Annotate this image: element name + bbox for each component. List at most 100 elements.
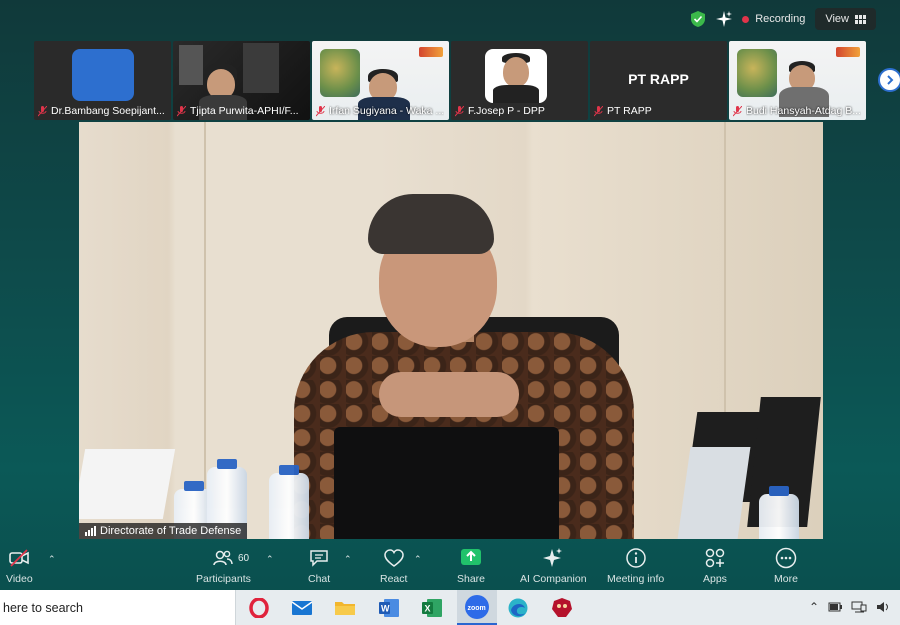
info-icon: [625, 548, 646, 568]
meeting-info-label: Meeting info: [607, 573, 665, 585]
participant-name-row: Budi Hansyah-Atdag B...: [733, 105, 862, 117]
video-options-caret-icon[interactable]: ⌃: [48, 554, 56, 565]
next-page-button[interactable]: [878, 68, 900, 92]
chat-button[interactable]: Chat: [308, 547, 330, 585]
participant-tile[interactable]: F.Josep P - DPP: [451, 41, 588, 120]
mic-muted-icon: [177, 105, 186, 116]
participant-name-row: PT RAPP: [594, 105, 723, 117]
mic-muted-icon: [316, 105, 325, 116]
react-button[interactable]: React: [380, 547, 407, 585]
ai-companion-label: AI Companion: [520, 573, 587, 585]
taskbar-search-box[interactable]: here to search: [0, 590, 236, 625]
heart-icon: [383, 549, 404, 567]
laptop: [334, 427, 559, 539]
mic-muted-icon: [594, 105, 603, 116]
svg-text:W: W: [381, 604, 390, 614]
participant-name-row: F.Josep P - DPP: [455, 105, 584, 117]
top-bar: Recording View: [0, 0, 900, 38]
wall-panel-divider: [204, 122, 206, 539]
share-button[interactable]: Share: [457, 547, 485, 585]
avatar: [72, 49, 134, 101]
game-icon[interactable]: [550, 596, 574, 620]
react-label: React: [380, 573, 408, 585]
file-explorer-icon[interactable]: [333, 596, 357, 620]
more-label: More: [774, 573, 798, 585]
active-speaker-video[interactable]: Directorate of Trade Defense: [79, 122, 823, 539]
banner-logo: [419, 47, 443, 57]
video-button[interactable]: Video: [6, 547, 33, 585]
participant-thumbnail-strip: Dr.Bambang Soepijant... Tjipta Purwita-A…: [34, 41, 870, 120]
participant-tile[interactable]: Dr.Bambang Soepijant...: [34, 41, 171, 120]
system-tray: ⌃: [809, 600, 890, 614]
more-ellipsis-icon: [775, 547, 797, 569]
participants-count: 60: [238, 553, 250, 564]
network-icon[interactable]: [851, 601, 867, 613]
apps-label: Apps: [703, 573, 727, 585]
meeting-info-button[interactable]: Meeting info: [607, 547, 664, 585]
water-bottle: [759, 486, 799, 539]
banner-graphic: [737, 49, 777, 97]
chevron-up-icon[interactable]: ⌃: [809, 600, 819, 614]
ai-companion-button[interactable]: AI Companion: [520, 547, 587, 585]
mail-icon[interactable]: [290, 596, 314, 620]
view-button[interactable]: View: [815, 8, 876, 30]
mic-muted-icon: [455, 105, 464, 116]
battery-icon[interactable]: [828, 602, 842, 612]
video-off-icon: [9, 549, 30, 567]
speaker-name-label: Directorate of Trade Defense: [79, 523, 248, 539]
mic-muted-icon: [38, 105, 47, 116]
zoom-icon[interactable]: zoom: [457, 590, 497, 625]
avatar: [485, 49, 547, 103]
participant-tile[interactable]: Tjipta Purwita-APHI/F...: [173, 41, 310, 120]
recording-label: Recording: [755, 13, 806, 25]
view-label: View: [825, 13, 849, 25]
participant-name-row: Tjipta Purwita-APHI/F...: [177, 105, 306, 117]
grid-view-icon: [855, 14, 866, 24]
top-right-controls: Recording View: [690, 7, 876, 31]
participant-tile[interactable]: Budi Hansyah-Atdag B...: [729, 41, 866, 120]
chat-options-caret-icon[interactable]: ⌃: [344, 554, 352, 565]
apps-icon: [705, 548, 725, 568]
encryption-shield-icon[interactable]: [690, 10, 706, 28]
recording-indicator[interactable]: Recording: [742, 13, 805, 25]
meeting-toolbar: Video ⌃ Participants 60 ⌃ Chat ⌃ React ⌃…: [0, 541, 900, 590]
chevron-right-icon: [887, 75, 894, 85]
background-window: [179, 45, 203, 85]
water-bottle: [269, 465, 309, 539]
zoom-text: zoom: [468, 605, 486, 612]
tissue-box: [79, 449, 176, 519]
excel-icon[interactable]: X: [420, 596, 444, 620]
speaker-name: Directorate of Trade Defense: [100, 525, 242, 537]
opera-icon[interactable]: [247, 596, 271, 620]
share-screen-icon: [461, 549, 482, 565]
edge-icon[interactable]: [506, 596, 530, 620]
share-label: Share: [457, 573, 486, 585]
participant-tile[interactable]: PT RAPP PT RAPP: [590, 41, 727, 120]
mic-muted-icon: [733, 105, 742, 116]
video-label: Video: [6, 573, 33, 585]
participant-tile[interactable]: Irfan Sugiyana - Waka ...: [312, 41, 449, 120]
more-button[interactable]: More: [774, 547, 798, 585]
speaker-hair: [368, 194, 494, 254]
svg-text:X: X: [425, 604, 431, 614]
participant-name-row: Dr.Bambang Soepijant...: [38, 105, 167, 117]
participant-name: Dr.Bambang Soepijant...: [51, 105, 165, 117]
ai-companion-sparkle-icon: [543, 548, 563, 567]
participants-icon: [213, 550, 234, 566]
chat-icon: [310, 550, 328, 567]
participant-name: Budi Hansyah-Atdag B...: [746, 105, 861, 117]
participants-options-caret-icon[interactable]: ⌃: [266, 554, 274, 565]
react-options-caret-icon[interactable]: ⌃: [414, 554, 422, 565]
signal-strength-icon: [85, 526, 96, 536]
windows-taskbar: here to search W X zoom ⌃: [0, 590, 900, 625]
chat-label: Chat: [308, 573, 331, 585]
ai-sparkle-icon[interactable]: [716, 11, 733, 27]
banner-logo: [836, 47, 860, 57]
recording-dot-icon: [742, 15, 750, 23]
taskbar-search-text: here to search: [3, 601, 83, 615]
volume-icon[interactable]: [876, 601, 890, 613]
apps-button[interactable]: Apps: [703, 547, 727, 585]
word-icon[interactable]: W: [377, 596, 401, 620]
participant-name: F.Josep P - DPP: [468, 105, 545, 117]
speaker-hands: [379, 372, 519, 417]
